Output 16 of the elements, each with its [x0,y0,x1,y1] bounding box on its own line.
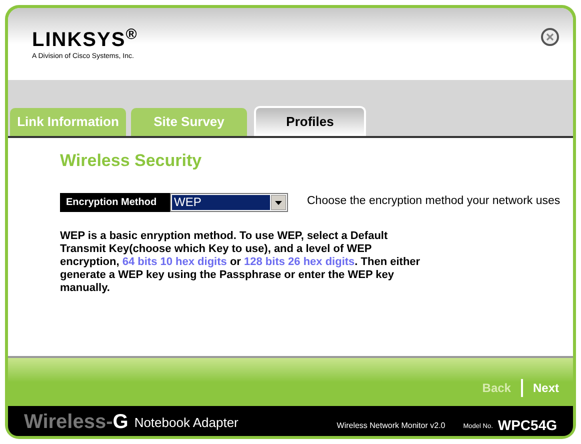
link[interactable]: 128 bits 26 hex digits [244,256,355,268]
tab[interactable]: Profiles [254,106,366,136]
field-label: Encryption Method [60,192,170,212]
close-icon [546,33,554,41]
section-title: Wireless Security [60,150,203,172]
close-button[interactable] [541,28,559,46]
model-number: WPC54G [498,418,557,432]
dropdown-arrow-icon [271,194,286,210]
logo: LINKSYS$^{®}$ [32,30,138,50]
link[interactable]: 64 bits 10 hex digits [122,256,227,268]
encryption-select[interactable]: WEP [170,192,288,212]
product-brand: Wireless-G [24,412,128,432]
monitor-version: Wireless Network Monitor v2.0 [336,420,446,432]
product-name: Notebook Adapter [134,414,238,432]
description-text: WEP is a basic enryption method. To use WEP, select a Default Transmit Key(choose which Key to use), and a level of WEP encryption, 64 bits 10 hex digits or 128 bits 26 hex digits. Then either generate a WEP key using the Passphrase or enter the WEP key manually. [60,230,422,294]
hint-text: Choose the encryption method your network uses [307,194,560,210]
